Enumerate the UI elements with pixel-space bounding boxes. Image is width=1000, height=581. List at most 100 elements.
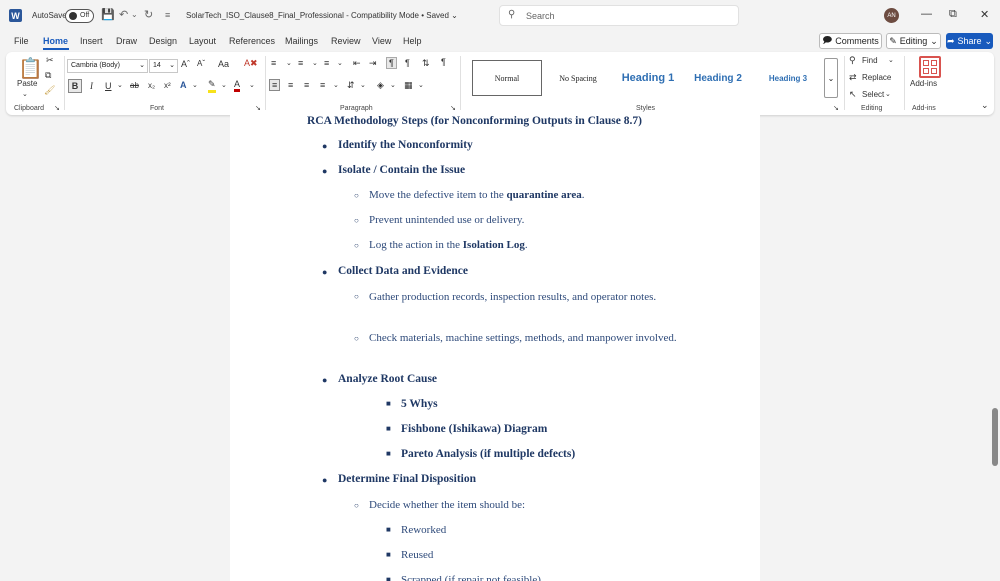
- underline-button[interactable]: U: [105, 81, 112, 91]
- align-right-icon[interactable]: ≡: [304, 80, 309, 90]
- styles-gallery-more-button[interactable]: ⌄: [824, 58, 838, 98]
- highlight-icon[interactable]: ✎: [208, 79, 216, 93]
- circle-bullet-icon: ○: [354, 501, 359, 510]
- tab-mailings[interactable]: Mailings: [285, 36, 318, 46]
- style-heading-2[interactable]: Heading 2: [686, 60, 750, 96]
- decrease-indent-icon[interactable]: ⇤: [353, 58, 361, 69]
- shading-icon[interactable]: ◈: [377, 80, 384, 91]
- avatar[interactable]: AN: [884, 8, 899, 23]
- borders-icon[interactable]: ▦: [404, 80, 413, 91]
- style-no-spacing[interactable]: No Spacing: [546, 60, 610, 96]
- text-effects-icon[interactable]: A: [180, 80, 187, 90]
- close-icon[interactable]: ✕: [980, 8, 989, 21]
- search-input[interactable]: ⚲ Search: [499, 5, 739, 26]
- chevron-down-icon[interactable]: ⌄: [333, 81, 339, 89]
- find-icon[interactable]: ⚲: [849, 55, 856, 66]
- chevron-down-icon[interactable]: ⌄: [192, 81, 198, 89]
- copy-icon[interactable]: ⧉: [45, 70, 51, 81]
- replace-label[interactable]: Replace: [862, 73, 891, 82]
- subscript-button[interactable]: x₂: [148, 81, 155, 90]
- numbering-icon[interactable]: ≡: [298, 58, 303, 68]
- redo-icon[interactable]: ↻: [144, 8, 153, 21]
- font-color-icon[interactable]: A: [234, 79, 241, 92]
- style-heading-1[interactable]: Heading 1: [614, 60, 682, 96]
- shrink-font-icon[interactable]: Aˇ: [197, 59, 205, 68]
- restore-icon[interactable]: ⧉: [949, 8, 957, 21]
- chevron-down-icon[interactable]: ⌄: [249, 81, 255, 89]
- chevron-down-icon[interactable]: ⌄: [360, 81, 366, 89]
- multilevel-list-icon[interactable]: ≡: [324, 58, 329, 68]
- bold-button[interactable]: B: [68, 79, 82, 93]
- tab-view[interactable]: View: [372, 36, 391, 46]
- undo-dropdown-icon[interactable]: ⌄: [131, 10, 138, 19]
- style-normal[interactable]: Normal: [472, 60, 542, 96]
- font-name-select[interactable]: Cambria (Body) ⌄: [67, 59, 148, 73]
- tab-insert[interactable]: Insert: [80, 36, 103, 46]
- find-label[interactable]: Find: [862, 56, 878, 65]
- document-title[interactable]: SolarTech_ISO_Clause8_Final_Professional…: [186, 11, 458, 20]
- chevron-down-icon[interactable]: ⌄: [885, 90, 891, 98]
- bullet-icon: ●: [322, 166, 328, 176]
- style-heading-3[interactable]: Heading 3: [754, 60, 822, 96]
- chevron-down-icon[interactable]: ⌄: [390, 81, 396, 89]
- clipboard-launcher-icon[interactable]: ↘: [54, 104, 60, 112]
- select-label[interactable]: Select: [862, 90, 884, 99]
- customize-toolbar-icon[interactable]: ≡: [165, 10, 170, 20]
- show-formatting-icon[interactable]: ¶: [441, 57, 446, 67]
- chevron-down-icon[interactable]: ⌄: [221, 81, 227, 89]
- collapse-ribbon-icon[interactable]: ⌄: [981, 100, 989, 111]
- chevron-down-icon[interactable]: ⌄: [286, 59, 292, 67]
- select-icon[interactable]: ↖: [849, 89, 857, 100]
- tab-home[interactable]: Home: [43, 36, 68, 46]
- strikethrough-button[interactable]: ab: [130, 81, 139, 90]
- share-button[interactable]: ➦ Share ⌄: [946, 33, 993, 49]
- italic-button[interactable]: I: [90, 81, 93, 91]
- replace-icon[interactable]: ⇄: [849, 72, 857, 83]
- minimize-icon[interactable]: —: [921, 8, 932, 20]
- line-spacing-icon[interactable]: ⇵: [347, 80, 355, 91]
- ltr-icon[interactable]: ¶: [386, 57, 397, 69]
- bullets-icon[interactable]: ≡: [271, 58, 276, 68]
- bullet-icon: ●: [322, 375, 328, 385]
- align-left-icon[interactable]: ≡: [269, 79, 281, 91]
- vertical-scrollbar-thumb[interactable]: [992, 408, 998, 466]
- sort-icon[interactable]: ⇅: [422, 58, 430, 69]
- superscript-button[interactable]: x²: [164, 81, 171, 90]
- comments-button[interactable]: 🗩 Comments: [819, 33, 882, 49]
- tab-file[interactable]: File: [14, 36, 29, 46]
- format-painter-icon[interactable]: 🖌: [44, 85, 55, 96]
- autosave-toggle[interactable]: Off: [65, 9, 94, 23]
- paste-dropdown-icon[interactable]: ⌄: [22, 90, 28, 98]
- document-page[interactable]: RCA Methodology Steps (for Nonconforming…: [230, 115, 760, 581]
- chevron-down-icon[interactable]: ⌄: [117, 81, 123, 89]
- undo-icon[interactable]: ↶: [119, 8, 128, 21]
- tab-references[interactable]: References: [229, 36, 275, 46]
- chevron-down-icon[interactable]: ⌄: [418, 81, 424, 89]
- change-case-icon[interactable]: Aa: [218, 59, 229, 69]
- editing-mode-button[interactable]: ✎ Editing ⌄: [886, 33, 941, 49]
- cut-icon[interactable]: ✂: [46, 55, 54, 66]
- addins-label[interactable]: Add-ins: [910, 79, 937, 88]
- tab-draw[interactable]: Draw: [116, 36, 137, 46]
- paste-icon[interactable]: 📋: [18, 56, 43, 81]
- paste-label[interactable]: Paste: [17, 79, 37, 88]
- addins-icon[interactable]: [919, 56, 941, 78]
- tab-layout[interactable]: Layout: [189, 36, 216, 46]
- save-icon[interactable]: 💾: [101, 8, 115, 21]
- chevron-down-icon[interactable]: ⌄: [337, 59, 343, 67]
- tab-help[interactable]: Help: [403, 36, 422, 46]
- tab-design[interactable]: Design: [149, 36, 177, 46]
- paragraph-launcher-icon[interactable]: ↘: [450, 104, 456, 112]
- increase-indent-icon[interactable]: ⇥: [369, 58, 377, 69]
- tab-review[interactable]: Review: [331, 36, 361, 46]
- font-launcher-icon[interactable]: ↘: [255, 104, 261, 112]
- align-center-icon[interactable]: ≡: [288, 80, 293, 90]
- font-size-select[interactable]: 14 ⌄: [149, 59, 178, 73]
- justify-icon[interactable]: ≡: [320, 80, 325, 90]
- styles-launcher-icon[interactable]: ↘: [833, 104, 839, 112]
- chevron-down-icon[interactable]: ⌄: [888, 56, 894, 64]
- rtl-icon[interactable]: ¶: [405, 58, 410, 68]
- chevron-down-icon[interactable]: ⌄: [312, 59, 318, 67]
- grow-font-icon[interactable]: Aˆ: [181, 59, 190, 69]
- clear-formatting-icon[interactable]: A✖: [244, 58, 258, 69]
